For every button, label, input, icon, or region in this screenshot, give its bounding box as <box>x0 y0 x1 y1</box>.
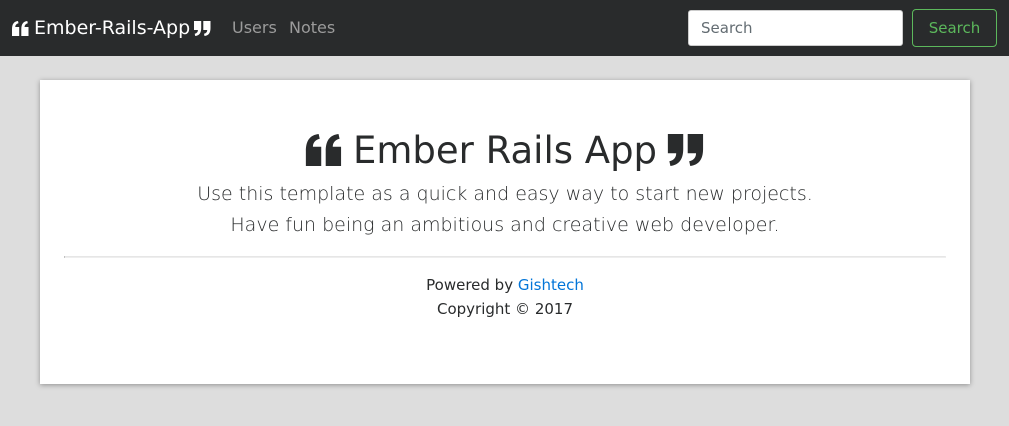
brand-text: Ember-Rails-App <box>34 17 191 39</box>
navbar: Ember-Rails-App Users Notes Search <box>0 0 1009 56</box>
lead-text: Use this template as a quick and easy wa… <box>197 183 813 205</box>
quote-left-icon <box>305 134 343 166</box>
quote-right-icon <box>667 134 705 166</box>
divider <box>64 256 946 258</box>
brand-link[interactable]: Ember-Rails-App <box>12 14 211 42</box>
nav-users-link[interactable]: Users <box>232 16 277 40</box>
search-button[interactable]: Search <box>912 9 997 47</box>
page-title-text: Ember Rails App <box>352 128 658 172</box>
search-input[interactable] <box>688 10 903 46</box>
gishtech-link[interactable]: Gishtech <box>518 276 584 294</box>
copyright: Copyright © 2017 <box>436 300 573 318</box>
quote-left-icon <box>12 20 29 36</box>
powered-by: Powered by Gishtech <box>40 275 970 295</box>
lead-text: Have fun being an ambitious and creative… <box>230 214 780 236</box>
quote-right-icon <box>194 20 211 36</box>
nav-notes-link[interactable]: Notes <box>289 16 335 40</box>
powered-by-label: Powered by <box>426 276 518 294</box>
page-title: Ember Rails App <box>40 126 970 174</box>
jumbotron-card: Ember Rails App Use this template as a q… <box>40 80 970 384</box>
